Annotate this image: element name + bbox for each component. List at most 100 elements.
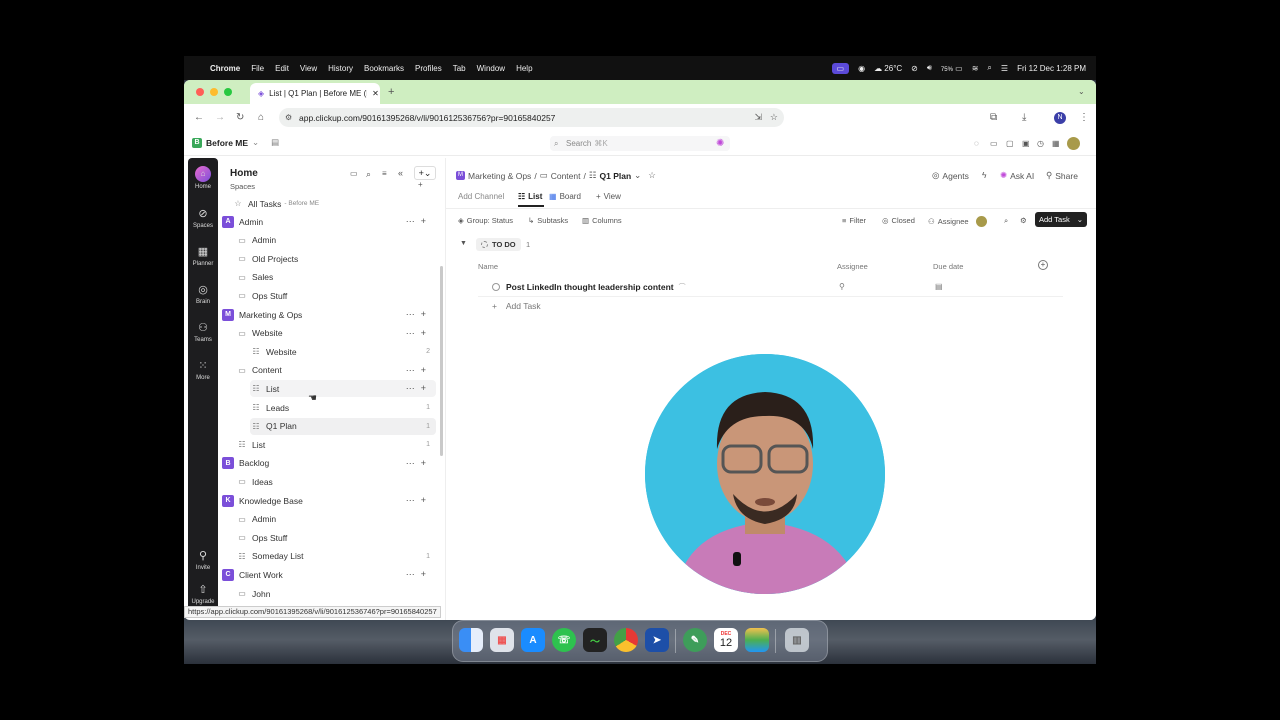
sidebar-folder[interactable]: ▭ Admin xyxy=(236,232,436,249)
rail-spaces[interactable]: ⊘ Spaces xyxy=(188,208,218,229)
task-assignee-icon[interactable]: ⚲ xyxy=(839,282,845,291)
row-actions-icon[interactable]: ⋯+ xyxy=(406,569,432,580)
sidebar-scrollbar[interactable] xyxy=(440,266,443,456)
chevron-down-icon[interactable]: ⌄ xyxy=(634,170,641,181)
agents-button[interactable]: ◎ Agents xyxy=(932,170,969,181)
address-bar[interactable]: ⚙ app.clickup.com/90161395268/v/li/90161… xyxy=(279,108,784,127)
close-tab-icon[interactable]: ✕ xyxy=(372,89,379,98)
sidebar-folder[interactable]: ▭ Sales xyxy=(236,269,436,286)
add-task-button[interactable]: Add Task ⌄ xyxy=(1035,212,1087,227)
browser-tab[interactable]: ◈ List | Q1 Plan | Before ME (Li ✕ xyxy=(250,83,380,104)
sidebar-list[interactable]: ☷ List 1 xyxy=(236,436,436,453)
calendar-icon[interactable]: DEC 12 xyxy=(714,628,738,652)
menu-help[interactable]: Help xyxy=(516,64,532,73)
group-status-button[interactable]: ◈ Group: Status xyxy=(458,216,513,225)
breadcrumb-folder[interactable]: Content xyxy=(551,171,581,181)
share-button[interactable]: ⚲ Share xyxy=(1046,170,1078,181)
sidebar-list[interactable]: ☷ Website 2 xyxy=(250,343,436,360)
subtasks-button[interactable]: ↳ Subtasks xyxy=(528,216,568,225)
rail-teams[interactable]: ⚇ Teams xyxy=(188,322,218,343)
filter-button[interactable]: ≡ Filter xyxy=(842,216,866,225)
menu-profiles[interactable]: Profiles xyxy=(415,64,442,73)
collapse-sidebar-icon[interactable]: « xyxy=(398,167,403,179)
user-avatar[interactable] xyxy=(1067,137,1080,150)
weather-readout[interactable]: ☁ 26°C xyxy=(874,64,902,73)
zoom-window-button[interactable] xyxy=(224,88,232,96)
quick-action-icon[interactable]: ◌ xyxy=(974,138,979,150)
volume-icon[interactable]: 🔊︎ xyxy=(927,63,932,73)
apps-icon[interactable]: ▦ xyxy=(1052,138,1060,150)
task-due-date-icon[interactable]: ▤ xyxy=(935,282,943,291)
chrome-icon[interactable] xyxy=(614,628,638,652)
collapse-group-icon[interactable]: ▼ xyxy=(460,240,467,247)
row-actions-icon[interactable]: ⋯+ xyxy=(406,495,432,506)
menu-clock[interactable]: Fri 12 Dec 1:28 PM xyxy=(1017,64,1086,73)
breadcrumb-space[interactable]: Marketing & Ops xyxy=(468,171,531,181)
sidebar-filter-icon[interactable]: ≡ xyxy=(382,168,387,180)
sidebar-space[interactable]: A Admin ⋯+ xyxy=(222,213,436,230)
rail-more[interactable]: ⁙ More xyxy=(188,360,218,381)
settings-gear-icon[interactable]: ⚙ xyxy=(1020,216,1027,225)
favorite-star-icon[interactable]: ☆ xyxy=(648,170,656,181)
calendar-icon[interactable]: ▤ xyxy=(271,137,279,148)
row-actions-icon[interactable]: ⋯+ xyxy=(406,216,432,227)
sidebar-folder[interactable]: ▭ Website ⋯+ xyxy=(236,325,436,342)
add-channel-tab[interactable]: Add Channel xyxy=(458,192,504,201)
search-tasks-icon[interactable]: ⌕ xyxy=(1004,216,1008,226)
whatsapp-icon[interactable]: ☏ xyxy=(552,628,576,652)
focus-icon[interactable]: ◉ xyxy=(858,64,865,73)
menu-window[interactable]: Window xyxy=(477,64,505,73)
breadcrumb-list[interactable]: Q1 Plan xyxy=(600,171,632,181)
automation-icon[interactable]: ϟ xyxy=(982,170,987,180)
launchpad-icon[interactable]: ▦ xyxy=(490,628,514,652)
column-header-due[interactable]: Due date xyxy=(933,262,963,271)
sidebar-layout-icon[interactable]: ▭ xyxy=(350,168,358,180)
back-icon[interactable]: ← xyxy=(194,112,204,124)
bookmark-star-icon[interactable]: ☆ xyxy=(770,112,778,123)
add-column-icon[interactable]: + xyxy=(1038,260,1048,270)
row-actions-icon[interactable]: ⋯+ xyxy=(406,458,432,469)
tab-list[interactable]: ☷ List xyxy=(518,192,542,201)
wifi-icon[interactable]: ≋ xyxy=(972,64,979,73)
sidebar-list[interactable]: ☷ Leads 1 xyxy=(250,399,436,416)
sidebar-list[interactable]: ☷ Someday List 1 xyxy=(236,548,436,565)
sidebar-list[interactable]: ☷ Q1 Plan 1 xyxy=(250,417,436,435)
tab-search-icon[interactable]: ⌄ xyxy=(1078,86,1085,98)
add-space-button[interactable]: + xyxy=(418,180,423,189)
extensions-puzzle-icon[interactable]: ⧉ xyxy=(990,112,997,124)
sidebar-create-button[interactable]: +⌄ xyxy=(414,166,436,180)
screen-record-icon[interactable]: ▭ xyxy=(831,62,850,74)
row-actions-icon[interactable]: ⋯+ xyxy=(406,365,432,376)
sidebar-all-tasks[interactable]: ☆ All Tasks - Before ME xyxy=(232,195,445,212)
ai-sparkle-icon[interactable]: ✺ xyxy=(716,138,724,150)
docs-icon[interactable]: ▣ xyxy=(1022,138,1030,150)
sidebar-space[interactable]: C Client Work ⋯+ xyxy=(222,566,436,583)
new-tab-icon[interactable]: + xyxy=(388,86,394,98)
menu-app-name[interactable]: Chrome xyxy=(210,64,240,73)
rail-invite[interactable]: ⚲ Invite xyxy=(188,550,218,571)
columns-button[interactable]: ▥ Columns xyxy=(582,216,622,225)
sidebar-folder[interactable]: ▭ John xyxy=(236,585,436,602)
workspace-switcher[interactable]: B Before ME ⌄ ▤ xyxy=(192,137,279,148)
close-window-button[interactable] xyxy=(196,88,204,96)
home-icon[interactable]: ⌂ xyxy=(258,112,264,124)
tab-board[interactable]: ▦ Board xyxy=(549,192,581,201)
row-actions-icon[interactable]: ⋯+ xyxy=(406,309,432,320)
rail-planner[interactable]: ▦ Planner xyxy=(188,246,218,267)
row-actions-icon[interactable]: ⋯+ xyxy=(406,328,432,339)
menu-file[interactable]: File xyxy=(251,64,264,73)
menu-bookmarks[interactable]: Bookmarks xyxy=(364,64,404,73)
menu-edit[interactable]: Edit xyxy=(275,64,289,73)
notepad-icon[interactable]: ▭ xyxy=(990,138,998,150)
profile-avatar[interactable]: N xyxy=(1054,112,1066,124)
reload-icon[interactable]: ↻ xyxy=(236,112,244,124)
column-header-name[interactable]: Name xyxy=(478,262,498,271)
column-header-assignee[interactable]: Assignee xyxy=(837,262,868,271)
finder-icon[interactable] xyxy=(459,628,483,652)
sidebar-search-icon[interactable]: ⌕ xyxy=(366,168,371,180)
install-app-icon[interactable]: ⇲ xyxy=(754,112,762,123)
add-view-button[interactable]: + View xyxy=(596,192,621,201)
vpn-icon[interactable]: ⊘ xyxy=(911,64,918,73)
menu-history[interactable]: History xyxy=(328,64,353,73)
chevron-down-icon[interactable]: ⌄ xyxy=(1077,215,1083,224)
